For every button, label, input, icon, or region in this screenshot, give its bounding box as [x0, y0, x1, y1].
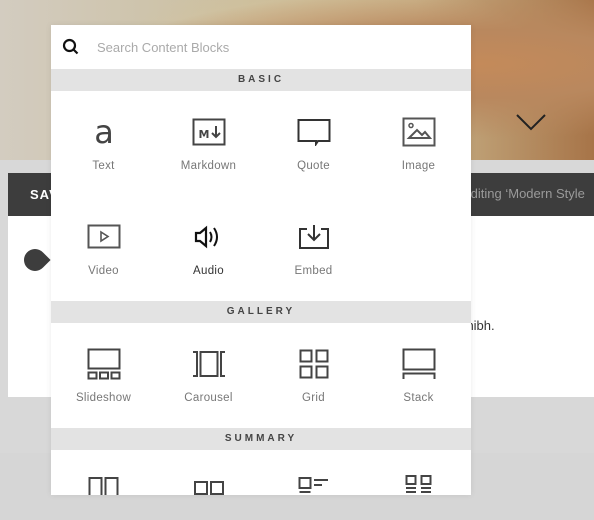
- image-icon: [402, 117, 435, 147]
- grid-icon: [299, 349, 328, 379]
- block-audio[interactable]: Audio: [156, 196, 261, 301]
- gallery-blocks: Slideshow Carousel Grid Stack: [51, 323, 471, 428]
- summary-blocks: [51, 450, 471, 495]
- section-header-summary: SUMMARY: [51, 428, 471, 450]
- block-image[interactable]: Image: [366, 91, 471, 196]
- block-grid[interactable]: Grid: [261, 323, 366, 428]
- block-summary-grid[interactable]: [366, 450, 471, 495]
- block-label: Slideshow: [75, 392, 132, 404]
- summary-list-icon: [298, 477, 328, 493]
- section-header-basic: BASIC: [51, 69, 471, 91]
- audio-icon: [194, 225, 218, 249]
- section-header-gallery: GALLERY: [51, 301, 471, 323]
- block-label: Markdown: [180, 160, 237, 172]
- embed-icon: [298, 225, 329, 249]
- editing-status: Editing ‘Modern Style: [462, 186, 585, 201]
- chevron-down-icon[interactable]: [516, 110, 546, 134]
- summary-wall-icon: [88, 477, 118, 495]
- block-markdown[interactable]: M Markdown: [156, 91, 261, 196]
- block-stack[interactable]: Stack: [366, 323, 471, 428]
- block-slideshow[interactable]: Slideshow: [51, 323, 156, 428]
- block-summary-carousel[interactable]: [156, 450, 261, 495]
- block-label: Text: [92, 160, 115, 172]
- carousel-icon: [192, 351, 225, 377]
- summary-grid-icon: [405, 475, 431, 493]
- block-quote[interactable]: Quote: [261, 91, 366, 196]
- block-label: Embed: [294, 265, 333, 277]
- block-summary-wall[interactable]: [51, 450, 156, 495]
- search-bar: [51, 25, 471, 69]
- content-block-picker: BASIC a Text M Markdown Quote Image Vide…: [51, 25, 471, 495]
- quote-icon: [297, 119, 330, 146]
- text-icon: a: [94, 117, 114, 147]
- block-label: Image: [401, 160, 436, 172]
- block-label: Grid: [302, 392, 325, 404]
- summary-carousel-icon: [193, 481, 224, 495]
- block-video[interactable]: Video: [51, 196, 156, 301]
- search-icon: [62, 38, 79, 55]
- video-icon: [87, 224, 120, 249]
- block-label: Carousel: [184, 392, 233, 404]
- block-label: Stack: [403, 392, 434, 404]
- block-label: Audio: [193, 265, 224, 277]
- basic-blocks: a Text M Markdown Quote Image Video Audi…: [51, 91, 471, 301]
- svg-text:a: a: [94, 117, 114, 147]
- slideshow-icon: [87, 348, 120, 380]
- block-carousel[interactable]: Carousel: [156, 323, 261, 428]
- stack-icon: [402, 348, 435, 379]
- markdown-icon: M: [192, 118, 225, 146]
- search-input[interactable]: [95, 38, 439, 56]
- block-text[interactable]: a Text: [51, 91, 156, 196]
- svg-text:M: M: [198, 128, 209, 141]
- block-label: Video: [88, 265, 119, 277]
- block-label: Quote: [297, 160, 330, 172]
- block-summary-list[interactable]: [261, 450, 366, 495]
- block-embed[interactable]: Embed: [261, 196, 366, 301]
